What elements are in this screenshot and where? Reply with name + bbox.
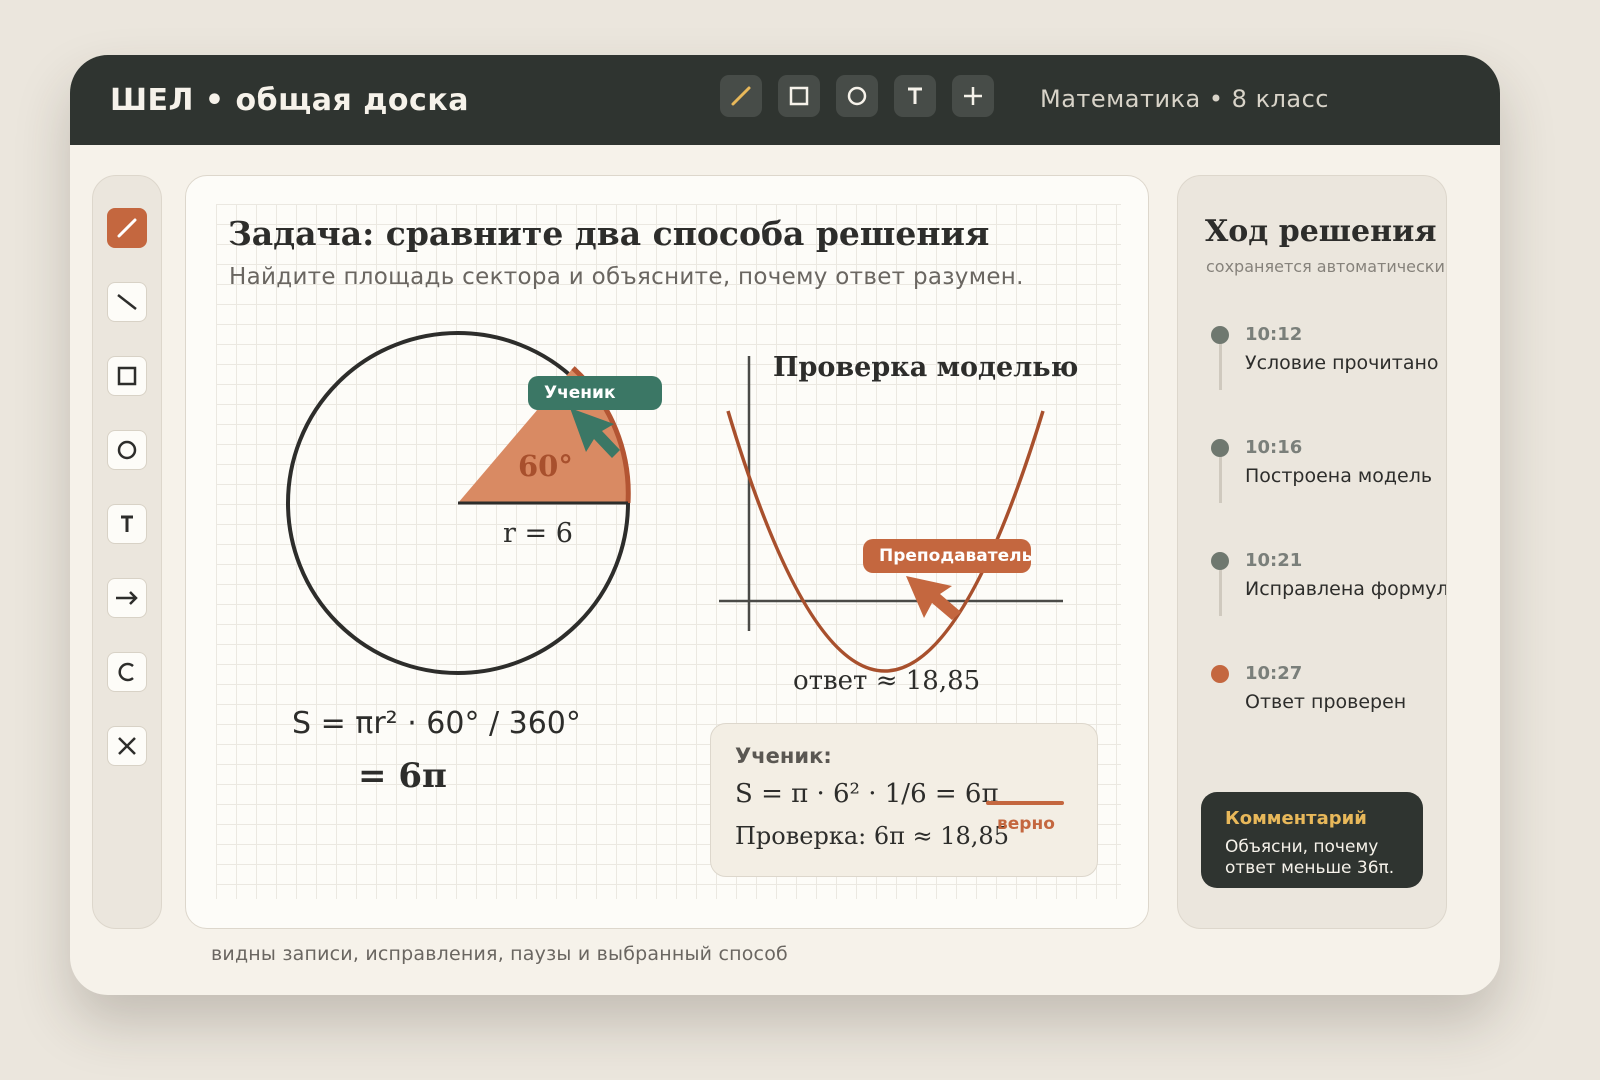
comment-text: Объясни, почему ответ меньше 36π. [1225, 837, 1395, 878]
tool-pen[interactable] [107, 208, 147, 248]
close-icon [118, 737, 136, 755]
solution-history-panel: Ход решения сохраняется автоматически 10… [1177, 175, 1447, 929]
timeline-text: Условие прочитано [1245, 352, 1439, 374]
timeline-dot-current [1211, 665, 1229, 683]
timeline-item[interactable]: 10:16 Построена модель [1178, 431, 1446, 531]
pen-icon [731, 86, 751, 106]
history-title: Ход решения [1205, 214, 1437, 249]
arrow-icon [116, 591, 138, 605]
plus-icon [964, 87, 982, 105]
circle-icon [847, 86, 867, 106]
student-solution-card[interactable]: Ученик: S = π · 6² · 1/6 = 6π Проверка: … [710, 723, 1098, 877]
timeline-text: Исправлена формула [1245, 578, 1447, 600]
solution-author: Ученик: [735, 744, 832, 768]
timeline-item[interactable]: 10:21 Исправлена формула [1178, 544, 1446, 644]
tool-square[interactable] [107, 356, 147, 396]
circle-icon [117, 440, 137, 460]
formula-line-1: S = πr² · 60° / 360° [292, 706, 581, 741]
tool-clear[interactable] [107, 726, 147, 766]
correct-mark: верно [997, 814, 1055, 834]
footer-note: видны записи, исправления, паузы и выбра… [211, 943, 788, 965]
timeline-item[interactable]: 10:12 Условие прочитано [1178, 318, 1446, 418]
tool-arrow[interactable] [107, 578, 147, 618]
timeline-time: 10:16 [1245, 437, 1303, 458]
top-tool-pen[interactable] [720, 75, 762, 117]
answer-label: ответ ≈ 18,85 [793, 666, 980, 696]
tool-undo[interactable] [107, 652, 147, 692]
top-tool-square[interactable] [778, 75, 820, 117]
timeline-item[interactable]: 10:27 Ответ проверен [1178, 657, 1446, 757]
timeline-dot [1211, 552, 1229, 570]
comment-card[interactable]: Комментарий Объясни, почему ответ меньше… [1201, 792, 1423, 888]
timeline-text: Ответ проверен [1245, 691, 1407, 713]
tool-text[interactable] [107, 504, 147, 544]
tool-circle[interactable] [107, 430, 147, 470]
timeline-connector [1219, 344, 1222, 390]
radius-label: r = 6 [503, 518, 573, 549]
model-title: Проверка моделью [773, 352, 1078, 383]
student-cursor-tag: Ученик [528, 376, 662, 410]
solution-formula: S = π · 6² · 1/6 = 6π [735, 779, 999, 809]
whiteboard-app: ШЕЛ • общая доска Математика • 8 класс З… [70, 55, 1500, 995]
undo-icon [118, 662, 134, 682]
timeline-time: 10:12 [1245, 324, 1303, 345]
text-icon [908, 87, 922, 104]
square-icon [789, 86, 809, 106]
text-icon [121, 515, 133, 532]
timeline-time: 10:21 [1245, 550, 1303, 571]
line-icon [117, 294, 137, 310]
whiteboard-canvas[interactable]: Задача: сравните два способа решения Най… [185, 175, 1149, 929]
pen-icon [117, 218, 137, 238]
top-tool-text[interactable] [894, 75, 936, 117]
timeline-connector [1219, 570, 1222, 616]
timeline-connector [1219, 457, 1222, 503]
timeline-dot [1211, 439, 1229, 457]
app-title: ШЕЛ • общая доска [110, 83, 469, 118]
top-tool-circle[interactable] [836, 75, 878, 117]
formula-line-2: = 6π [358, 756, 447, 796]
comment-title: Комментарий [1225, 808, 1367, 829]
tool-line[interactable] [107, 282, 147, 322]
left-tool-rail [92, 175, 162, 929]
top-tool-add[interactable] [952, 75, 994, 117]
sector-angle-label: 60° [518, 449, 573, 483]
correction-stroke [986, 801, 1064, 805]
square-icon [117, 366, 137, 386]
timeline-dot [1211, 326, 1229, 344]
top-bar: ШЕЛ • общая доска Математика • 8 класс [70, 55, 1500, 145]
timeline-time: 10:27 [1245, 663, 1303, 684]
top-toolbar [720, 75, 994, 117]
teacher-cursor-arrow [906, 576, 961, 620]
teacher-cursor-tag: Преподаватель [863, 539, 1031, 573]
timeline-text: Построена модель [1245, 465, 1433, 487]
history-subtitle: сохраняется автоматически [1206, 257, 1445, 276]
subject-label: Математика • 8 класс [1040, 85, 1329, 113]
solution-check: Проверка: 6π ≈ 18,85 [735, 822, 1009, 850]
